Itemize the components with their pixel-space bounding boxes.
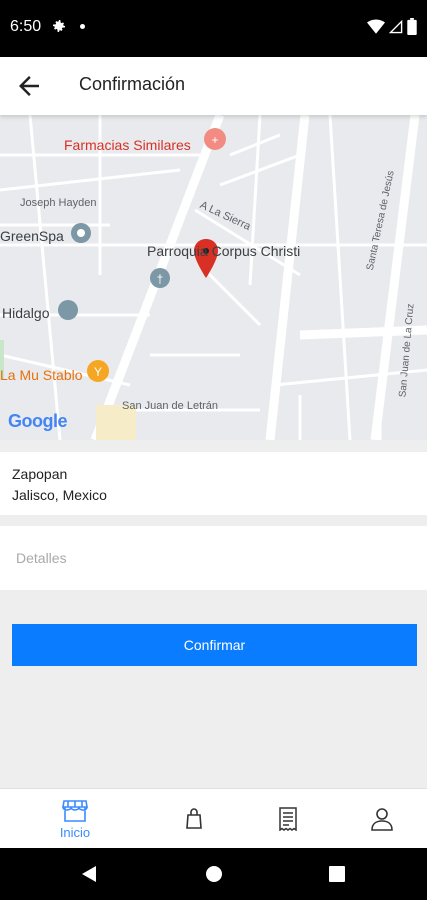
store-icon [62, 799, 88, 822]
back-button[interactable] [14, 71, 44, 101]
status-bar: 6:50 [0, 0, 427, 57]
map-label-mustablo: La Mu Stablo [0, 367, 83, 383]
svg-text:+: + [211, 133, 218, 147]
system-nav-bar [0, 848, 427, 900]
signal-icon [389, 19, 403, 33]
back-triangle-icon[interactable] [80, 865, 98, 883]
notification-dot-icon [80, 24, 85, 29]
address-region: Jalisco, Mexico [12, 487, 107, 503]
address-city: Zapopan [12, 466, 68, 482]
status-time: 6:50 [10, 18, 42, 35]
wifi-icon [367, 19, 385, 34]
details-input[interactable] [0, 526, 427, 590]
nav-item-bag[interactable] [144, 789, 244, 849]
recents-square-icon[interactable] [329, 866, 345, 882]
person-icon [371, 808, 393, 831]
map-view[interactable]: + † Y Farmacias Similares Joseph Hayden … [0, 115, 427, 440]
map-label-joseph: Joseph Hayden [20, 197, 97, 209]
home-circle-icon[interactable] [205, 865, 223, 883]
svg-text:†: † [157, 272, 164, 286]
nav-item-profile[interactable] [332, 789, 427, 849]
settings-gear-icon [51, 18, 67, 34]
map-label-farmacias: Farmacias Similares [64, 137, 191, 153]
nav-item-inicio[interactable]: Inicio [25, 789, 125, 849]
google-logo: Google [8, 411, 68, 431]
map-label-sanjuan: San Juan de Letrán [122, 400, 219, 412]
map-label-greenspa: GreenSpa [0, 228, 64, 244]
app-bar: Confirmación [0, 57, 427, 115]
page-title: Confirmación [79, 74, 186, 94]
bottom-nav: Inicio [0, 788, 427, 848]
address-card: Zapopan Jalisco, Mexico [0, 452, 427, 515]
nav-label-inicio: Inicio [59, 824, 91, 840]
details-card [0, 526, 427, 590]
svg-text:Y: Y [94, 365, 102, 379]
map-roads: + † Y [0, 115, 427, 440]
arrow-back-icon [19, 76, 39, 96]
map-label-hidalgo: Hidalgo [2, 305, 50, 321]
nav-item-orders[interactable] [238, 789, 338, 849]
battery-icon [407, 18, 417, 35]
receipt-icon [279, 807, 297, 831]
status-icons [367, 18, 417, 35]
confirm-button[interactable]: Confirmar [12, 624, 417, 666]
map-label-parroquia: Parroquia Corpus Christi [147, 243, 301, 259]
shopping-bag-icon [186, 808, 202, 829]
